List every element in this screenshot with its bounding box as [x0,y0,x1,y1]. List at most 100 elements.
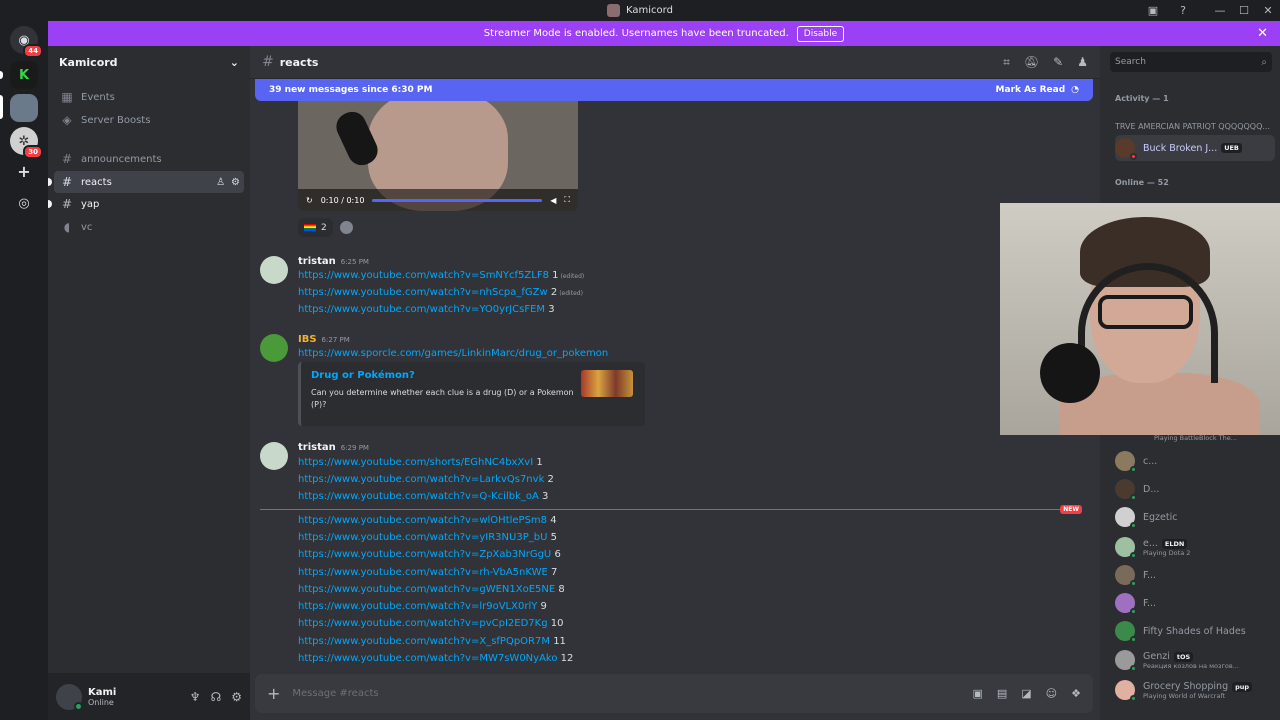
member-row[interactable]: Genzi tOS Реакция козлов на мозгов... [1115,647,1273,673]
gif-icon[interactable]: ▤ [997,687,1007,700]
message-link-line[interactable]: https://www.youtube.com/watch?v=gWEN1XoE… [298,584,565,595]
explore-icon[interactable]: ◎ [10,189,38,217]
new-badge: NEW [1060,505,1082,514]
channel-reacts[interactable]: # reacts ♙ ⚙ [48,171,244,193]
microphone-icon[interactable]: ♆ [190,690,201,704]
webcam-overlay [1000,203,1280,435]
active-pill [0,95,3,119]
gift-icon[interactable]: ▣ [972,687,982,700]
avatar[interactable] [260,442,288,470]
embed-thumbnail[interactable] [581,370,633,397]
status-indicator [74,701,83,711]
close-window-button[interactable]: ✕ [1256,4,1280,17]
settings-icon[interactable]: ⚙ [231,690,242,704]
activity-header: Activity — 1 [1115,94,1169,103]
channel-header: # reacts ⌗ 🔕︎ ✎ ♟ [250,46,1100,79]
new-messages-bar[interactable]: 39 new messages since 6:30 PM Mark As Re… [255,79,1093,101]
mark-as-read-button[interactable]: Mark As Read [996,85,1066,95]
message-timestamp: 6:25 PM [340,258,369,266]
member-row[interactable]: Egzetic [1115,504,1273,530]
notification-bell-icon[interactable]: 🔕︎ [1024,55,1039,70]
apps-icon[interactable]: ❖ [1071,687,1081,700]
message-author[interactable]: IBS 6:27 PM [298,334,350,345]
headphones-icon[interactable]: ☊ [211,690,222,704]
video-time: 0:10 / 0:10 [320,195,365,205]
message-link-line[interactable]: https://www.youtube.com/shorts/EGhNC4bxX… [298,457,543,468]
sidebar-item-server-boosts[interactable]: ◈ Server Boosts [54,109,244,131]
server-icon-kamicord[interactable] [10,94,38,122]
sidebar-item-events[interactable]: ▦ Events [54,86,244,108]
pin-icon[interactable]: ✎ [1053,55,1063,70]
mark-read-icon: ◔ [1071,85,1079,95]
member-list-icon[interactable]: ♟ [1077,55,1088,70]
message-link-line[interactable]: https://www.youtube.com/watch?v=pvCpI2ED… [298,618,563,629]
member-row[interactable]: D... [1115,476,1273,502]
channel-announcements[interactable]: # announcements [54,148,244,170]
message-link-line[interactable]: https://www.youtube.com/watch?v=rh-VbA5n… [298,567,557,578]
avatar[interactable] [56,683,83,711]
inbox-icon[interactable]: ▣ [1146,4,1160,17]
video-player[interactable]: ↻ 0:10 / 0:10 ◀ ⛶ [298,101,578,211]
add-reaction-icon[interactable] [340,221,353,234]
message-link[interactable]: https://www.sporcle.com/games/LinkinMarc… [298,348,608,359]
threads-icon[interactable]: ⌗ [1003,55,1010,70]
replay-icon[interactable]: ↻ [306,196,313,205]
member-row[interactable]: e... ELDN Playing Dota 2 [1115,534,1273,560]
member-row[interactable]: Fifty Shades of Hades [1115,618,1273,644]
member-row[interactable]: c... [1115,448,1273,474]
message-link-line[interactable]: https://www.youtube.com/watch?v=wlOHtleP… [298,515,557,526]
avatar[interactable] [260,256,288,284]
message-link-line[interactable]: https://www.youtube.com/watch?v=X_sfPQpO… [298,636,566,647]
channel-vc[interactable]: ◖ vc [54,216,244,238]
activity-member[interactable]: Buck Broken J... UEB [1115,135,1275,161]
calendar-icon: ▦ [61,90,73,104]
volume-icon[interactable]: ◀ [550,196,556,205]
chevron-down-icon: ⌄ [229,56,239,69]
message-input[interactable] [292,688,973,699]
message-author[interactable]: tristan 6:29 PM [298,442,369,453]
channel-yap[interactable]: # yap [48,193,244,215]
member-row[interactable]: Grocery Shopping pup Playing World of Warc… [1115,677,1273,703]
member-row[interactable]: F... [1115,562,1273,588]
message-link-line[interactable]: https://www.youtube.com/watch?v=lr9oVLX0… [298,601,547,612]
fullscreen-icon[interactable]: ⛶ [564,195,570,205]
banner-text: Streamer Mode is enabled. Usernames have… [483,28,789,39]
message-link-line[interactable]: https://www.youtube.com/watch?v=ZpXab3Nr… [298,549,561,560]
invite-icon[interactable]: ♙ [216,177,225,188]
hash-icon: # [61,152,73,166]
server-icon-k[interactable]: K [10,61,38,89]
sticker-icon[interactable]: ◪ [1021,687,1031,700]
emoji-icon[interactable]: ☺ [1046,687,1057,700]
message-link-line[interactable]: https://www.youtube.com/watch?v=YO0yrJCs… [298,304,555,315]
message-link-line[interactable]: https://www.youtube.com/watch?v=Q-Kcilbk… [298,491,548,502]
hash-icon: # [61,197,73,211]
home-button[interactable]: ◉ 44 [10,26,43,58]
avatar[interactable] [260,334,288,362]
reaction-pill[interactable]: 2 [298,218,333,237]
streamer-mode-banner: Streamer Mode is enabled. Usernames have… [48,21,1280,46]
add-server-icon[interactable]: + [10,157,38,185]
message-link-line[interactable]: https://www.youtube.com/watch?v=SmNYcf5Z… [298,270,584,281]
unread-pill [0,71,3,79]
search-input[interactable]: Search ⌕ [1110,52,1272,72]
boost-icon: ◈ [62,113,72,127]
video-progress-bar[interactable] [372,198,543,202]
message-link-line[interactable]: https://www.youtube.com/watch?v=yIR3NU3P… [298,532,557,543]
add-attachment-icon[interactable]: + [267,684,280,703]
help-icon[interactable]: ? [1176,4,1190,17]
gear-icon[interactable]: ⚙ [231,177,240,188]
server-header[interactable]: Kamicord ⌄ [48,46,250,79]
server-icon-3[interactable]: ✲ 30 [10,127,43,159]
new-messages-divider: NEW [260,505,1082,514]
message-author[interactable]: tristan 6:25 PM [298,256,369,267]
title-bar: Kamicord ▣ ? — ☐ ✕ [0,0,1280,21]
member-row[interactable]: F... [1115,590,1273,616]
minimize-button[interactable]: — [1208,4,1232,17]
message-link-line[interactable]: https://www.youtube.com/watch?v=LarkvQs7… [298,474,554,485]
close-icon[interactable]: ✕ [1257,26,1268,41]
message-link-line[interactable]: https://www.youtube.com/watch?v=nhScpa_f… [298,287,583,298]
message-link-line[interactable]: https://www.youtube.com/watch?v=MW7sW0Ny… [298,653,573,664]
disable-button[interactable]: Disable [796,25,845,42]
maximize-button[interactable]: ☐ [1232,4,1256,17]
rainbow-flag-icon [304,223,316,232]
